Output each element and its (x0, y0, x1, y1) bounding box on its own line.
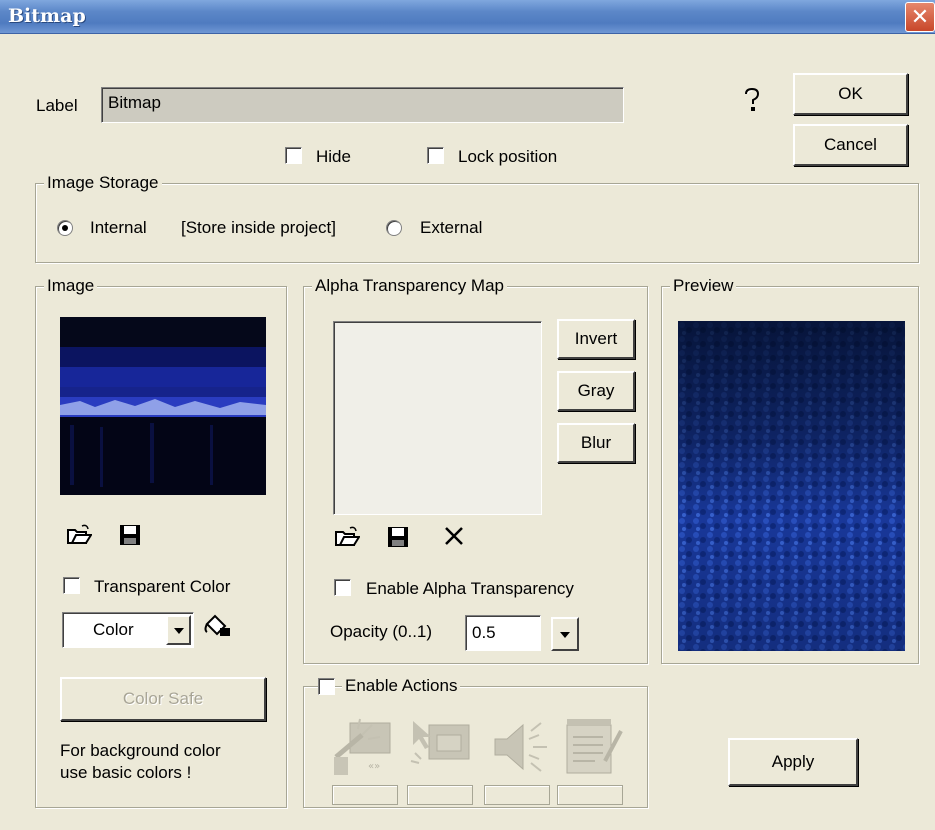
sound-action-icon[interactable] (487, 717, 553, 779)
external-radio[interactable] (386, 220, 402, 236)
enable-alpha-label: Enable Alpha Transparency (366, 579, 574, 598)
external-label: External (420, 218, 483, 237)
note-line-2: use basic colors ! (60, 763, 192, 782)
enable-actions-checkbox[interactable] (318, 678, 335, 695)
alpha-save-disk-icon[interactable] (386, 525, 410, 549)
notepad-action-icon[interactable] (559, 717, 625, 779)
color-safe-button[interactable]: Color Safe (60, 677, 266, 721)
wand-action-icon[interactable]: «» (332, 717, 398, 779)
image-legend: Image (44, 276, 98, 296)
ok-button[interactable]: OK (793, 73, 908, 115)
label-caption: Label (36, 96, 78, 115)
opacity-dropdown-arrow[interactable] (551, 617, 579, 651)
alpha-map-canvas (333, 321, 542, 515)
note-line-1: For background color (60, 741, 221, 760)
close-button[interactable]: ✕ (905, 2, 935, 32)
preview-legend: Preview (670, 276, 737, 296)
opacity-value: 0.5 (472, 623, 496, 642)
color-dropdown-value: Color (93, 620, 134, 639)
color-dropdown[interactable]: Color (62, 612, 194, 648)
opacity-input[interactable]: 0.5 (465, 615, 541, 651)
question-mark-icon[interactable] (740, 86, 764, 114)
enable-actions-legend: Enable Actions (342, 676, 461, 696)
internal-hint: [Store inside project] (181, 218, 336, 237)
blur-button[interactable]: Blur (557, 423, 635, 463)
gray-button[interactable]: Gray (557, 371, 635, 411)
save-disk-icon[interactable] (118, 523, 142, 547)
open-folder-icon[interactable] (66, 523, 93, 547)
lock-position-label: Lock position (458, 147, 558, 166)
action-slot-2 (407, 785, 473, 805)
preview-group: Preview (661, 276, 919, 664)
action-slot-3 (484, 785, 550, 805)
lock-position-checkbox[interactable] (427, 147, 444, 164)
apply-button[interactable]: Apply (728, 738, 858, 786)
paint-bucket-icon[interactable] (203, 612, 233, 640)
title-bar: Bitmap ✕ (0, 0, 935, 34)
enable-alpha-checkbox[interactable] (334, 579, 351, 596)
internal-radio[interactable] (57, 220, 73, 236)
window-title: Bitmap (8, 5, 86, 27)
enable-actions-group: Enable Actions «» (303, 676, 648, 808)
preview-image (678, 321, 905, 651)
image-storage-group: Image Storage Internal [Store inside pro… (35, 173, 919, 263)
alpha-open-folder-icon[interactable] (334, 525, 361, 549)
opacity-label: Opacity (0..1) (330, 622, 433, 641)
transparent-color-checkbox[interactable] (63, 577, 80, 594)
cancel-button[interactable]: Cancel (793, 124, 908, 166)
label-input[interactable]: Bitmap (101, 87, 624, 123)
hide-label: Hide (316, 147, 351, 166)
action-slot-1 (332, 785, 398, 805)
label-input-value: Bitmap (108, 93, 161, 112)
image-group: Image Transparent Color Color Color Safe… (35, 276, 287, 808)
hide-checkbox[interactable] (285, 147, 302, 164)
invert-button[interactable]: Invert (557, 319, 635, 359)
clear-x-icon[interactable] (443, 525, 465, 547)
alpha-map-group: Alpha Transparency Map Invert Gray Blur … (303, 276, 648, 664)
action-slot-4 (557, 785, 623, 805)
color-dropdown-arrow[interactable] (166, 615, 191, 645)
svg-text:«»: «» (368, 761, 380, 772)
transparent-color-label: Transparent Color (94, 577, 231, 596)
image-thumbnail (60, 317, 266, 495)
alpha-map-legend: Alpha Transparency Map (312, 276, 507, 296)
internal-label: Internal (90, 218, 147, 237)
mouse-action-icon[interactable] (407, 717, 473, 779)
image-storage-legend: Image Storage (44, 173, 162, 193)
